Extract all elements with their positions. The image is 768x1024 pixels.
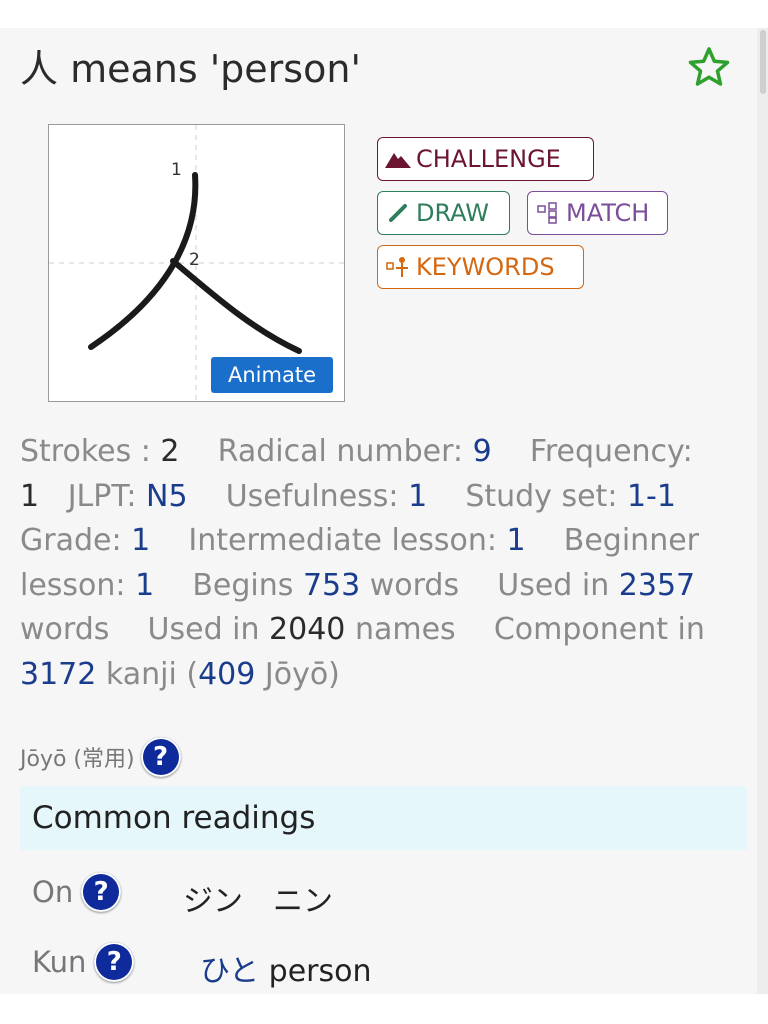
challenge-label: CHALLENGE bbox=[416, 145, 561, 173]
component-label: Component in bbox=[493, 612, 705, 648]
intermediate-lesson-value[interactable]: 1 bbox=[507, 523, 526, 558]
stats-line-5: words Used in 2040 names Component in bbox=[20, 608, 720, 653]
begins-suffix: words bbox=[360, 567, 460, 603]
stroke-2 bbox=[170, 258, 302, 354]
challenge-button[interactable]: CHALLENGE bbox=[377, 137, 594, 181]
strokes-value: 2 bbox=[160, 434, 180, 469]
stroke-1 bbox=[88, 172, 199, 350]
kun-meaning: person bbox=[259, 954, 372, 989]
component-joyo-value[interactable]: 409 bbox=[198, 657, 255, 692]
jlpt-label: JLPT: bbox=[67, 478, 147, 514]
mountain-icon bbox=[384, 148, 412, 170]
stats-line-6: 3172 kanji (409 Jōyō) bbox=[20, 653, 720, 698]
begins-value[interactable]: 753 bbox=[303, 568, 360, 603]
star-outline-icon[interactable] bbox=[686, 46, 732, 86]
grade-label: Grade: bbox=[20, 523, 132, 559]
usefulness-value[interactable]: 1 bbox=[408, 479, 427, 514]
names-value: 2040 bbox=[269, 612, 346, 648]
kun-kana-link[interactable]: ひと bbox=[200, 954, 259, 989]
jlpt-value[interactable]: N5 bbox=[146, 479, 188, 514]
joyo-label: Jōyō (常用) bbox=[20, 747, 135, 772]
page-title: 人 means 'person' bbox=[20, 38, 361, 93]
intermediate-lesson-label: Intermediate lesson: bbox=[188, 523, 507, 559]
component-value[interactable]: 3172 bbox=[20, 657, 96, 692]
frequency-value: 1 bbox=[20, 478, 40, 514]
kun-reading-row: Kun ? bbox=[32, 942, 135, 982]
beginner-lesson-label: Beginner bbox=[563, 523, 699, 559]
radical-label: Radical number: bbox=[217, 434, 473, 469]
beginner-lesson-label-cont: lesson: bbox=[20, 567, 136, 603]
stats-line-1: Strokes : 2 Radical number: 9 Frequency: bbox=[20, 430, 720, 475]
study-set-label: Study set: bbox=[465, 478, 627, 514]
used-in-label: Used in bbox=[497, 567, 619, 603]
keywords-icon bbox=[384, 256, 412, 278]
brush-icon bbox=[384, 202, 412, 224]
kun-help-icon[interactable]: ? bbox=[94, 942, 135, 982]
study-set-value[interactable]: 1-1 bbox=[627, 479, 676, 514]
keywords-button[interactable]: KEYWORDS bbox=[377, 245, 584, 289]
title-meaning: means 'person' bbox=[58, 47, 361, 91]
stats-line-2: 1 JLPT: N5 Usefulness: 1 Study set: 1-1 bbox=[20, 475, 720, 520]
kun-reading-value: ひと person bbox=[200, 946, 371, 990]
names-suffix: names bbox=[345, 612, 456, 648]
used-in-value[interactable]: 2357 bbox=[619, 568, 695, 603]
on-help-icon[interactable]: ? bbox=[81, 872, 122, 912]
match-label: MATCH bbox=[566, 199, 650, 227]
stroke-number-1: 1 bbox=[171, 160, 182, 180]
draw-button[interactable]: DRAW bbox=[377, 191, 510, 235]
on-label: On bbox=[32, 875, 74, 909]
stats-line-3: Grade: 1 Intermediate lesson: 1 Beginner bbox=[20, 519, 720, 564]
keywords-label: KEYWORDS bbox=[416, 253, 555, 281]
kanji-stats: Strokes : 2 Radical number: 9 Frequency:… bbox=[20, 430, 720, 698]
scrollbar-track[interactable] bbox=[757, 28, 768, 994]
title-kanji: 人 bbox=[20, 47, 59, 91]
component-joyo-suffix: Jōyō) bbox=[255, 656, 340, 692]
match-grid-icon bbox=[534, 202, 562, 224]
component-kanji-text: kanji ( bbox=[96, 656, 199, 692]
strokes-label: Strokes : bbox=[20, 434, 161, 469]
on-reading-row: On ? bbox=[32, 872, 122, 912]
animate-button[interactable]: Animate bbox=[211, 357, 333, 393]
scrollbar-thumb[interactable] bbox=[760, 30, 766, 94]
match-button[interactable]: MATCH bbox=[527, 191, 668, 235]
grade-value[interactable]: 1 bbox=[131, 523, 150, 558]
frequency-label: Frequency: bbox=[529, 434, 693, 469]
on-reading-value: ジン ニン bbox=[183, 884, 333, 919]
used-in-suffix: words bbox=[20, 612, 110, 648]
joyo-row: Jōyō (常用) ? bbox=[20, 737, 181, 777]
stroke-number-2: 2 bbox=[189, 250, 200, 270]
kun-label: Kun bbox=[32, 945, 87, 979]
joyo-help-icon[interactable]: ? bbox=[140, 737, 181, 777]
common-readings-heading: Common readings bbox=[20, 786, 747, 850]
stroke-order-diagram: 1 2 Animate bbox=[48, 124, 345, 402]
radical-value[interactable]: 9 bbox=[473, 434, 492, 469]
begins-label: Begins bbox=[192, 567, 303, 603]
beginner-lesson-value[interactable]: 1 bbox=[135, 568, 154, 603]
draw-label: DRAW bbox=[416, 199, 490, 227]
names-label: Used in bbox=[147, 612, 270, 648]
stats-line-4: lesson: 1 Begins 753 words Used in 2357 bbox=[20, 564, 720, 609]
usefulness-label: Usefulness: bbox=[225, 478, 409, 514]
